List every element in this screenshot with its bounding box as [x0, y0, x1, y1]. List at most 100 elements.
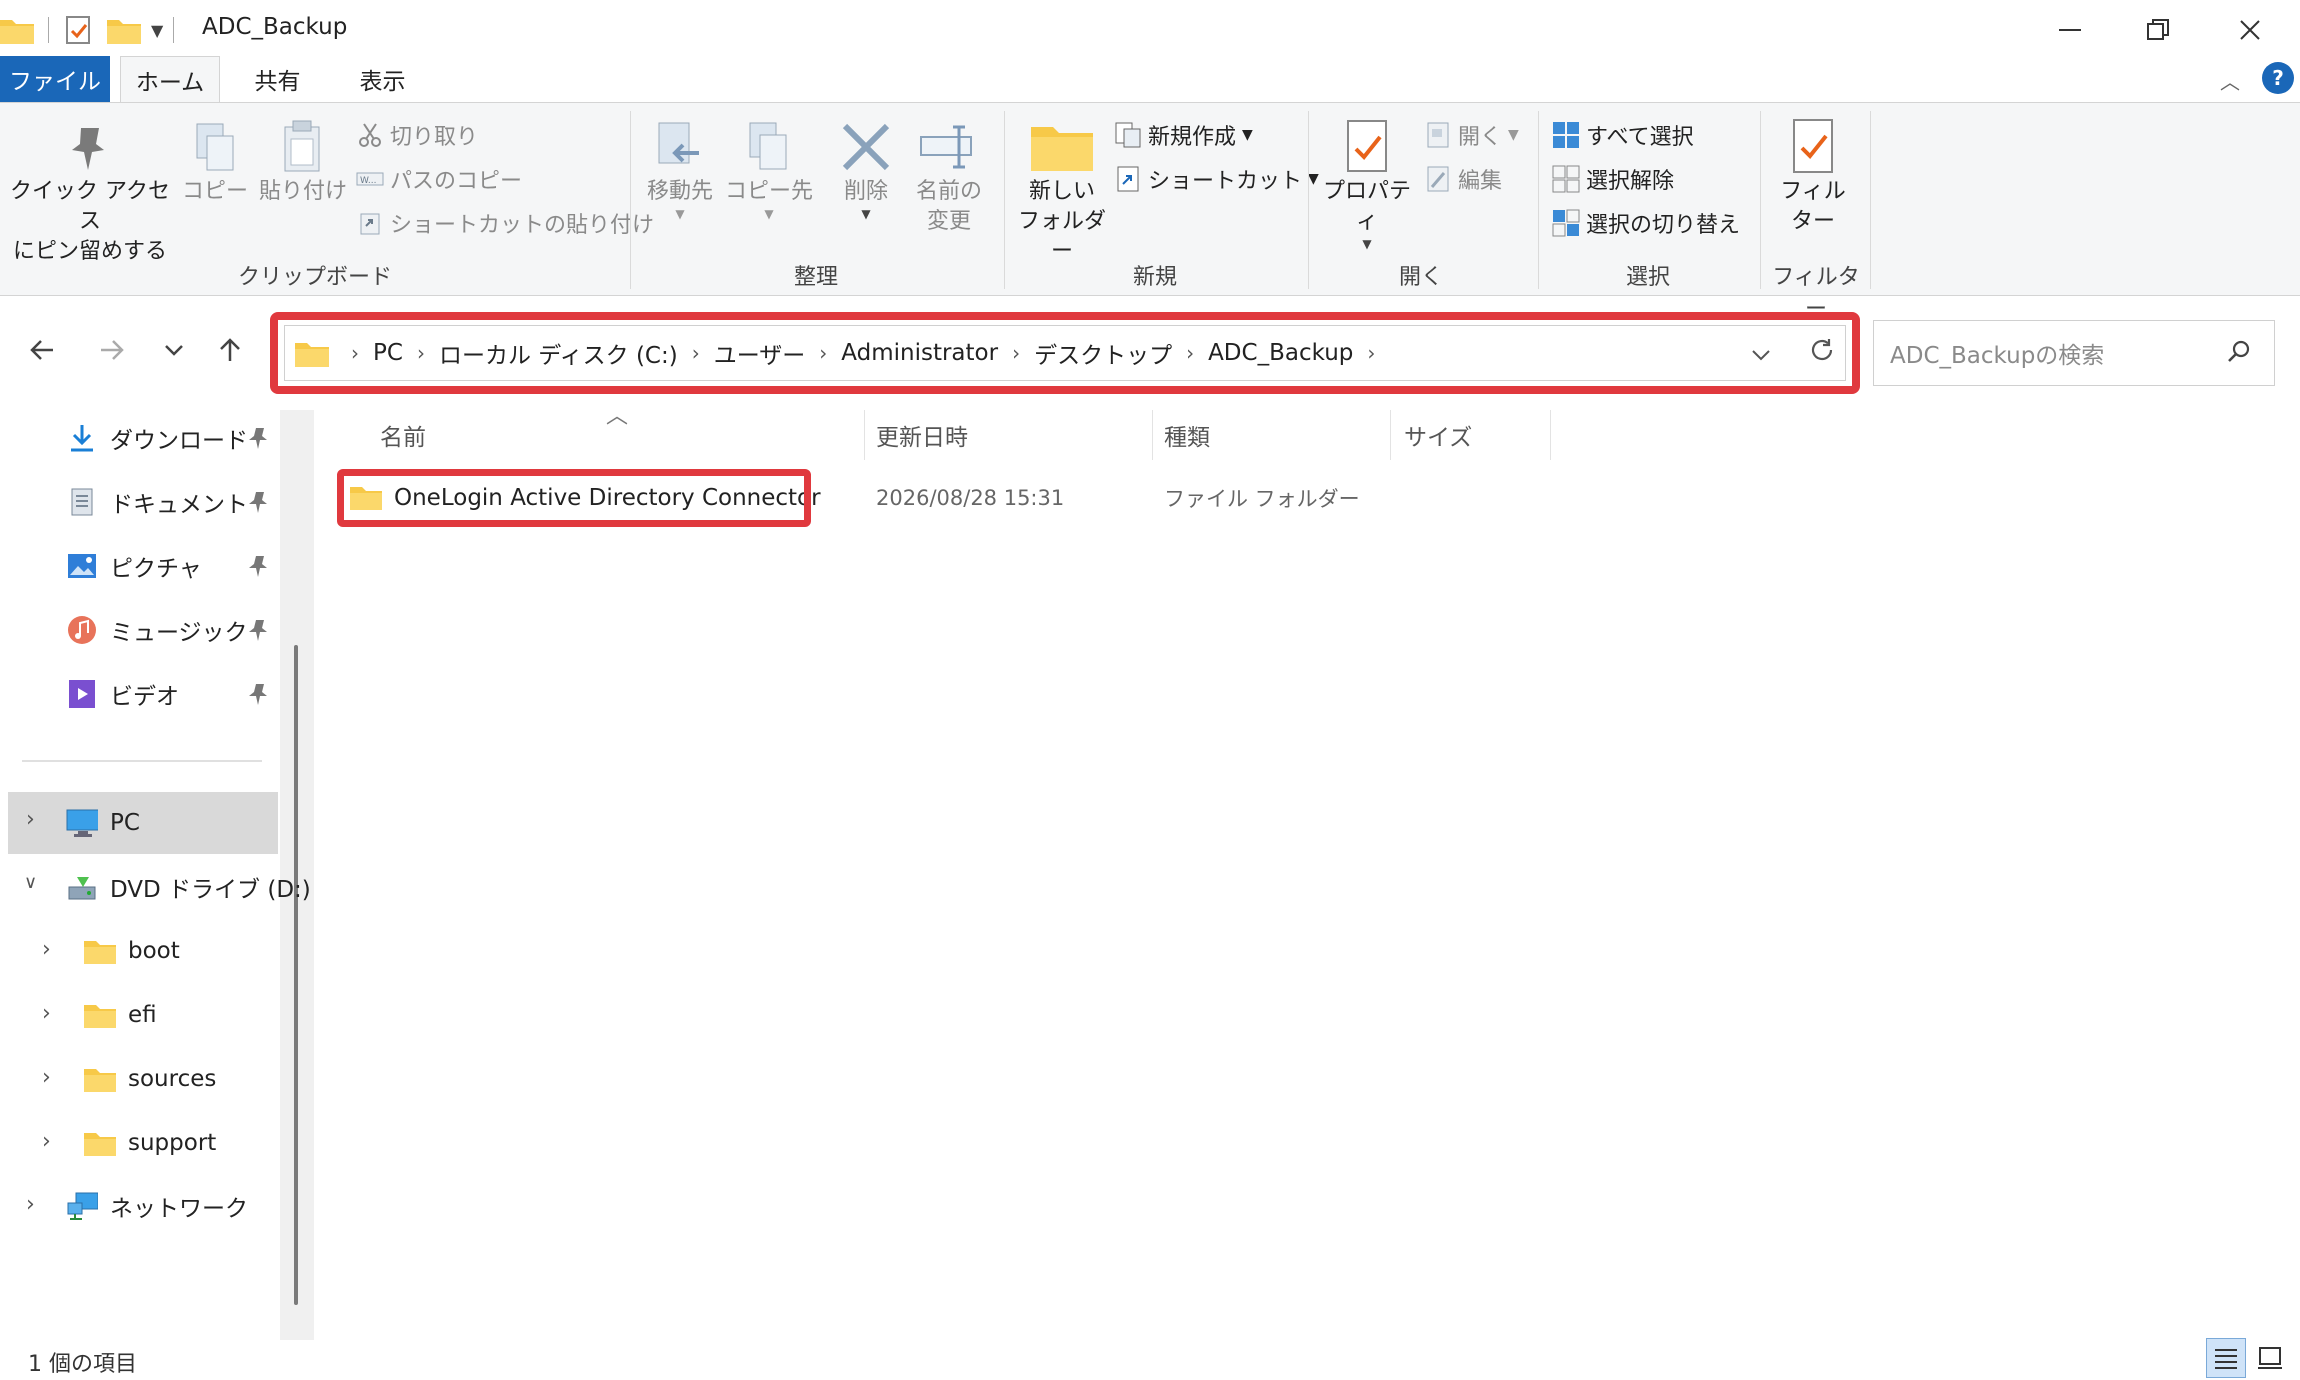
filter-icon — [1783, 117, 1843, 177]
chevron-right-icon[interactable]: › — [42, 1001, 51, 1026]
chevron-right-icon[interactable]: › — [42, 1129, 51, 1154]
customize-quick-access-icon[interactable]: ▼ — [151, 21, 163, 40]
invert-selection-icon — [1552, 209, 1580, 237]
column-divider[interactable] — [1390, 410, 1391, 460]
chevron-right-icon[interactable]: › — [26, 1192, 35, 1217]
new-group-label: 新規 — [1132, 265, 1177, 290]
new-item-icon — [1114, 121, 1142, 149]
chevron-up-icon[interactable]: ︿ — [2220, 66, 2240, 95]
delete-label: 削除 — [843, 179, 888, 204]
sidebar-item-videos[interactable]: ビデオ — [66, 666, 179, 722]
move-to-icon — [650, 117, 710, 177]
column-header-size[interactable]: サイズ — [1404, 412, 1472, 458]
select-all-label: すべて選択 — [1586, 125, 1694, 150]
quick-access-toolbar: ▼ — [0, 14, 184, 46]
help-icon[interactable]: ? — [2262, 62, 2294, 94]
tab-home[interactable]: ホーム — [120, 56, 220, 102]
pc-icon — [66, 807, 98, 839]
pin-icon[interactable] — [248, 426, 272, 450]
search-icon[interactable] — [2226, 339, 2252, 371]
column-header-modified[interactable]: 更新日時 — [876, 412, 968, 458]
sidebar-item-dvd-drive[interactable]: DVD ドライブ (D:) — [66, 859, 311, 915]
chevron-right-icon[interactable]: › — [26, 807, 35, 832]
open-button[interactable]: 開く ▼ — [1424, 117, 1519, 153]
edit-icon — [1424, 165, 1452, 193]
chevron-down-icon[interactable]: ∨ — [24, 872, 37, 893]
ribbon-divider — [1870, 111, 1871, 289]
rename-label: 名前の 変更 — [915, 179, 982, 234]
chevron-right-icon[interactable]: › — [42, 937, 51, 962]
properties-button[interactable]: プロパティ ▼ — [1316, 117, 1418, 251]
sidebar-item-efi[interactable]: efi — [84, 987, 157, 1043]
shortcut-button[interactable]: ショートカット ▼ — [1114, 161, 1319, 197]
file-type: ファイル フォルダー — [1164, 487, 1360, 511]
sidebar-item-label: boot — [128, 938, 180, 964]
picture-icon — [66, 550, 98, 582]
pin-icon — [60, 117, 120, 177]
scissors-icon — [356, 121, 384, 149]
search-box[interactable]: ADC_Backupの検索 — [1873, 320, 2275, 386]
ribbon-divider — [630, 111, 631, 289]
paste-button[interactable]: 貼り付け — [258, 117, 348, 207]
edit-button[interactable]: 編集 — [1424, 161, 1502, 197]
sidebar-item-downloads[interactable]: ダウンロード — [66, 410, 248, 466]
pin-label: クイック アクセス にピン留めする — [10, 179, 170, 264]
large-icons-view-button[interactable] — [2250, 1338, 2290, 1378]
tab-file[interactable]: ファイル — [0, 56, 110, 102]
sidebar-item-sources[interactable]: sources — [84, 1051, 216, 1107]
close-button[interactable] — [2210, 8, 2290, 52]
copy-button[interactable]: コピー — [180, 117, 250, 207]
clipboard-group-label: クリップボード — [237, 265, 392, 290]
folder-icon — [84, 935, 116, 967]
pin-quick-access-button[interactable]: クイック アクセス にピン留めする — [10, 117, 170, 267]
copy-path-button[interactable]: W... パスのコピー — [356, 161, 522, 197]
sidebar-item-boot[interactable]: boot — [84, 923, 180, 979]
copy-to-icon — [739, 117, 799, 177]
pin-icon[interactable] — [248, 618, 272, 642]
sidebar-item-support[interactable]: support — [84, 1115, 216, 1171]
delete-button[interactable]: 削除 ▼ — [826, 117, 906, 221]
column-header-type[interactable]: 種類 — [1164, 412, 1210, 458]
column-divider[interactable] — [1152, 410, 1153, 460]
column-divider[interactable] — [864, 410, 865, 460]
new-item-button[interactable]: 新規作成 ▼ — [1114, 117, 1253, 153]
column-divider[interactable] — [1550, 410, 1551, 460]
address-bar-highlight — [270, 312, 1860, 394]
folder-icon — [84, 1127, 116, 1159]
forward-button[interactable] — [90, 328, 134, 372]
ribbon-divider — [1760, 111, 1761, 289]
back-button[interactable] — [20, 328, 64, 372]
sidebar-item-pictures[interactable]: ピクチャ — [66, 538, 202, 594]
details-view-button[interactable] — [2206, 1338, 2246, 1378]
new-folder-button[interactable]: 新しい フォルダー — [1014, 117, 1110, 267]
minimize-button[interactable] — [2030, 8, 2110, 52]
copy-label: コピー — [181, 179, 248, 204]
sidebar-scrollbar-thumb[interactable] — [294, 645, 298, 1305]
paste-shortcut-button[interactable]: ショートカットの貼り付け — [356, 205, 654, 241]
sidebar-item-pc[interactable]: PC — [66, 795, 140, 851]
filter-button[interactable]: フィル ター — [1770, 117, 1856, 237]
pin-icon[interactable] — [248, 554, 272, 578]
new-folder-quick-icon[interactable] — [107, 16, 141, 44]
move-to-button[interactable]: 移動先 ▼ — [640, 117, 720, 221]
cut-button[interactable]: 切り取り — [356, 117, 478, 153]
sidebar-item-music[interactable]: ミュージック — [66, 602, 248, 658]
tab-view[interactable]: 表示 — [335, 56, 430, 102]
chevron-right-icon[interactable]: › — [42, 1065, 51, 1090]
rename-button[interactable]: 名前の 変更 — [906, 117, 992, 237]
restore-button[interactable] — [2118, 8, 2198, 52]
sidebar-item-documents[interactable]: ドキュメント — [66, 474, 248, 530]
select-none-button[interactable]: 選択解除 — [1552, 161, 1674, 197]
search-input[interactable]: ADC_Backupの検索 — [1890, 336, 2104, 370]
select-all-button[interactable]: すべて選択 — [1552, 117, 1694, 153]
up-button[interactable] — [208, 328, 252, 372]
sidebar-item-network[interactable]: ネットワーク — [66, 1178, 248, 1234]
column-header-name[interactable]: 名前 — [380, 412, 426, 458]
pin-icon[interactable] — [248, 490, 272, 514]
invert-selection-button[interactable]: 選択の切り替え — [1552, 205, 1740, 241]
copy-to-button[interactable]: コピー先 ▼ — [724, 117, 814, 221]
pin-icon[interactable] — [248, 682, 272, 706]
tab-share[interactable]: 共有 — [235, 56, 320, 102]
recent-locations-button[interactable] — [152, 328, 196, 372]
properties-quick-icon[interactable] — [63, 15, 93, 45]
